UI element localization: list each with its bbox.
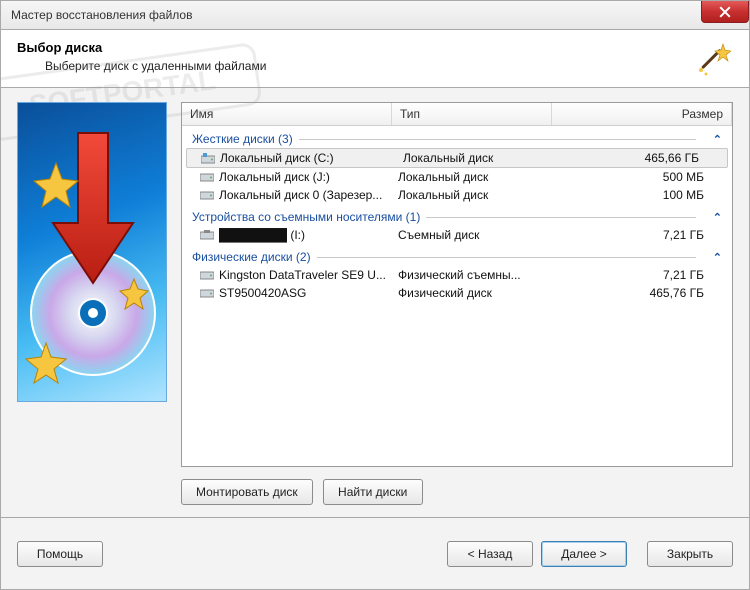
titlebar: Мастер восстановления файлов xyxy=(0,0,750,30)
close-icon xyxy=(719,6,731,18)
row-size: 7,21 ГБ xyxy=(552,268,732,282)
table-row[interactable]: Локальный диск (C:) Локальный диск 465,6… xyxy=(186,148,728,168)
removable-drive-icon xyxy=(200,230,214,241)
row-type: Физический съемны... xyxy=(392,268,552,282)
group-divider xyxy=(317,257,696,258)
group-label: Физические диски (2) xyxy=(192,250,311,264)
body-panel: Имя Тип Размер Жесткие диски (3) ⌃ Локал… xyxy=(0,88,750,518)
table-row[interactable]: ████████ (I:) Съемный диск 7,21 ГБ xyxy=(182,226,732,244)
hdd-icon xyxy=(200,172,214,183)
chevron-up-icon[interactable]: ⌃ xyxy=(713,211,722,224)
row-size: 100 МБ xyxy=(552,188,732,202)
group-label: Устройства со съемными носителями (1) xyxy=(192,210,420,224)
chevron-up-icon[interactable]: ⌃ xyxy=(713,133,722,146)
row-name: Локальный диск 0 (Зарезер... xyxy=(219,188,382,202)
column-header-size[interactable]: Размер xyxy=(552,103,732,125)
group-divider xyxy=(299,139,696,140)
row-name: Локальный диск (J:) xyxy=(219,170,330,184)
header-panel: Выбор диска Выберите диск с удаленными ф… xyxy=(0,30,750,88)
list-header: Имя Тип Размер xyxy=(182,103,732,126)
group-label: Жесткие диски (3) xyxy=(192,132,293,146)
group-divider xyxy=(426,217,696,218)
wizard-illustration xyxy=(17,102,167,402)
row-type: Физический диск xyxy=(392,286,552,300)
row-type: Локальный диск xyxy=(392,170,552,184)
wizard-footer: Помощь < Назад Далее > Закрыть xyxy=(0,518,750,590)
magic-wand-icon xyxy=(691,40,731,80)
row-type: Съемный диск xyxy=(392,228,552,242)
row-name: ST9500420ASG xyxy=(219,286,306,300)
window-title: Мастер восстановления файлов xyxy=(11,8,192,22)
column-header-type[interactable]: Тип xyxy=(392,103,552,125)
list-action-bar: Монтировать диск Найти диски xyxy=(181,479,733,505)
table-row[interactable]: ST9500420ASG Физический диск 465,76 ГБ xyxy=(182,284,732,302)
column-header-name[interactable]: Имя xyxy=(182,103,392,125)
hdd-icon xyxy=(200,270,214,281)
hdd-icon xyxy=(200,190,214,201)
system-drive-icon xyxy=(201,153,215,164)
row-name: Kingston DataTraveler SE9 U... xyxy=(219,268,386,282)
group-header-physical[interactable]: Физические диски (2) ⌃ xyxy=(182,244,732,266)
disk-list: Имя Тип Размер Жесткие диски (3) ⌃ Локал… xyxy=(181,102,733,467)
list-column: Имя Тип Размер Жесткие диски (3) ⌃ Локал… xyxy=(181,102,733,505)
row-size: 500 МБ xyxy=(552,170,732,184)
mount-disk-button[interactable]: Монтировать диск xyxy=(181,479,313,505)
page-title: Выбор диска xyxy=(17,40,733,55)
group-header-hdd[interactable]: Жесткие диски (3) ⌃ xyxy=(182,126,732,148)
row-type: Локальный диск xyxy=(392,188,552,202)
row-type: Локальный диск xyxy=(397,151,557,165)
table-row[interactable]: Локальный диск 0 (Зарезер... Локальный д… xyxy=(182,186,732,204)
table-row[interactable]: Kingston DataTraveler SE9 U... Физически… xyxy=(182,266,732,284)
table-row[interactable]: Локальный диск (J:) Локальный диск 500 М… xyxy=(182,168,732,186)
row-size: 465,66 ГБ xyxy=(557,151,727,165)
row-name: Локальный диск (C:) xyxy=(220,151,334,165)
hdd-icon xyxy=(200,288,214,299)
close-window-button[interactable] xyxy=(701,1,749,23)
row-size: 7,21 ГБ xyxy=(552,228,732,242)
row-name: ████████ (I:) xyxy=(219,228,305,242)
row-size: 465,76 ГБ xyxy=(552,286,732,300)
group-header-removable[interactable]: Устройства со съемными носителями (1) ⌃ xyxy=(182,204,732,226)
find-disks-button[interactable]: Найти диски xyxy=(323,479,423,505)
chevron-up-icon[interactable]: ⌃ xyxy=(713,251,722,264)
page-subtitle: Выберите диск с удаленными файлами xyxy=(45,59,733,73)
